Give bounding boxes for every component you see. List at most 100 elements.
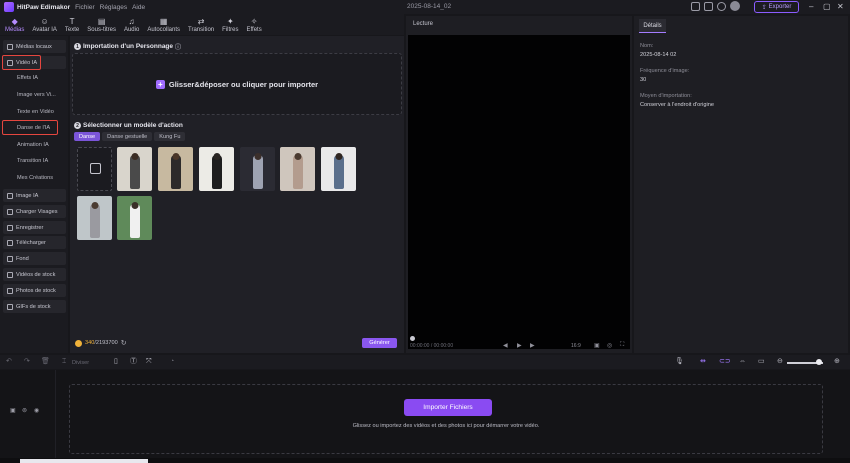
sidebar-item-medias-locaux[interactable]: Médias locaux (3, 40, 66, 53)
drop-zone-text: Glisser&déposer ou cliquer pour importer (168, 79, 319, 89)
menu-file[interactable]: Fichier (75, 4, 95, 11)
dance-model-thumbnail[interactable] (240, 147, 275, 191)
tool-effets[interactable]: ✧ Effets (246, 17, 261, 35)
titlebar-icons (691, 1, 740, 11)
tool-sous-titres[interactable]: ▤ Sous-titres (87, 17, 116, 35)
user-avatar[interactable] (730, 1, 740, 11)
dancer-figure (89, 204, 100, 238)
menu-help[interactable]: Aide (132, 4, 145, 11)
sidebar-sub-animation-ia[interactable]: Animation IA (17, 142, 49, 148)
dance-model-thumbnail[interactable] (321, 147, 356, 191)
transition-icon: ⇄ (197, 17, 205, 26)
sidebar-item-gifs-stock[interactable]: GIFs de stock (3, 300, 66, 313)
timeline-drop-zone[interactable]: Importer Fichiers Glissez ou importez de… (69, 384, 823, 454)
sidebar-item-telecharger[interactable]: Télécharger (3, 236, 66, 249)
lock-icon[interactable]: ⊚ (22, 407, 27, 414)
sidebar-item-photos-stock[interactable]: Photos de stock (3, 284, 66, 297)
refresh-icon[interactable]: ↻ (121, 339, 127, 347)
link-icon[interactable]: ⇹ (700, 358, 706, 366)
visibility-icon[interactable]: ◉ (34, 407, 39, 414)
avatar-icon: ☺ (40, 17, 49, 26)
tab-danse-gestuelle[interactable]: Danse gestuelle (102, 132, 153, 141)
split-label[interactable]: Diviser (72, 359, 89, 367)
tab-kung-fu[interactable]: Kung Fu (154, 132, 186, 141)
gif-icon (7, 303, 13, 310)
timeline-hint: Glissez ou importez des vidéos et des ph… (352, 423, 540, 429)
media-icon: ◆ (11, 17, 18, 26)
record-icon (7, 224, 13, 231)
dance-model-thumbnail[interactable] (117, 196, 152, 240)
generate-button[interactable]: Générer (362, 338, 397, 348)
dance-model-thumbnail[interactable] (199, 147, 234, 191)
tool-texte[interactable]: T Texte (65, 17, 79, 35)
crop-clip-icon[interactable]: ▯ (114, 358, 118, 366)
snap-icon[interactable]: ⇔ (739, 358, 746, 366)
tab-danse[interactable]: Danse (74, 132, 101, 141)
sidebar-item-enregistrer[interactable]: Enregistrer (3, 221, 66, 234)
sidebar-sub-effets-ia[interactable]: Effets IA (17, 75, 38, 81)
import-files-button[interactable]: Importer Fichiers (404, 399, 492, 416)
mic-icon[interactable]: 🎙 (675, 358, 684, 366)
tool-avatar-ia[interactable]: ☺ Avatar IA (32, 17, 57, 35)
dance-model-thumbnail[interactable] (77, 196, 112, 240)
sidebar-item-charger-visages[interactable]: Charger Visages (3, 205, 66, 218)
character-drop-zone[interactable]: + Glisser&déposer ou cliquer pour import… (72, 53, 402, 115)
dance-model-thumbnail[interactable] (117, 147, 152, 191)
field-value: 30 (640, 77, 647, 83)
dance-model-thumbnail[interactable] (280, 147, 315, 191)
tool-label: Avatar IA (32, 27, 57, 33)
undo-icon[interactable]: ↶ (6, 358, 12, 366)
prev-frame-icon[interactable]: ◀ (503, 342, 508, 349)
field-label: Moyen d'importation: (640, 93, 692, 99)
magnet-icon[interactable]: ⊂⊃ (719, 358, 731, 366)
message-icon[interactable] (691, 2, 700, 11)
timer-icon[interactable]: ◔ (170, 358, 174, 366)
help-icon[interactable] (717, 2, 726, 11)
tool-filtres[interactable]: ✦ Filtres (222, 17, 238, 35)
crop-icon[interactable]: ▣ (594, 342, 600, 349)
plus-icon: + (155, 79, 165, 89)
next-frame-icon[interactable]: ▶ (530, 342, 535, 349)
play-icon[interactable]: ▶ (517, 342, 522, 349)
taskbar-strip (0, 458, 850, 463)
fullscreen-icon[interactable]: ⛶ (620, 342, 624, 349)
text-tool-icon[interactable]: Ⓣ (130, 358, 137, 366)
playhead-knob[interactable] (410, 336, 415, 341)
sidebar-sub-image-vers-video[interactable]: Image vers Vi... (17, 92, 56, 98)
sidebar: Médias locaux Vidéo IA Effets IA Image v… (0, 36, 68, 353)
sidebar-item-videos-stock[interactable]: Vidéos de stock (3, 268, 66, 281)
info-icon[interactable]: ⓘ (175, 42, 181, 51)
tool-medias[interactable]: ◆ Médias (5, 17, 24, 35)
upload-model-tile[interactable] (77, 147, 112, 191)
sidebar-item-fond[interactable]: Fond (3, 252, 66, 265)
track-settings-icon[interactable]: ▭ (758, 358, 765, 366)
maximize-icon[interactable]: ▢ (823, 2, 831, 11)
delete-icon[interactable]: 🗑 (41, 358, 50, 366)
minimize-icon[interactable]: – (809, 2, 813, 11)
playback-controls: 00:00:00 / 00:00:00 ◀ ▶ ▶ 16:9 ▣ ◎ ⛶ (406, 336, 632, 353)
sidebar-sub-texte-en-video[interactable]: Texte en Vidéo (17, 109, 54, 115)
split-icon[interactable]: ⌶ (62, 358, 66, 366)
timeline-toolbar: ↶ ↷ 🗑 ⌶ Diviser ▯ Ⓣ ⤧ ◔ 🎙 ⇹ ⊂⊃ ⇔ ▭ ⊖ ⊕ (0, 355, 850, 369)
dance-model-thumbnail[interactable] (158, 147, 193, 191)
sidebar-sub-mes-creations[interactable]: Mes Créations (17, 175, 53, 181)
tool-transition[interactable]: ⇄ Transition (188, 17, 214, 35)
zoom-in-icon[interactable]: ⊕ (834, 358, 840, 366)
sidebar-item-image-ia[interactable]: Image IA (3, 189, 66, 202)
tool-label: Filtres (222, 27, 239, 33)
tool-audio[interactable]: ♫ Audio (124, 17, 139, 35)
redo-icon[interactable]: ↷ (24, 358, 30, 366)
cart-icon[interactable] (704, 2, 713, 11)
sidebar-sub-transition-ia[interactable]: Transition IA (17, 158, 48, 164)
freeze-icon[interactable]: ⤧ (146, 358, 152, 366)
zoom-slider-knob[interactable] (816, 359, 822, 365)
aspect-ratio[interactable]: 16:9 (571, 343, 581, 349)
snapshot-icon[interactable]: ◎ (607, 342, 612, 349)
menu-settings[interactable]: Réglages (100, 4, 127, 11)
zoom-out-icon[interactable]: ⊖ (777, 358, 783, 366)
tool-autocollants[interactable]: ▦ Autocollants (147, 17, 180, 35)
export-button[interactable]: ⇪ Exporter (754, 1, 799, 13)
field-label: Fréquence d'image: (640, 68, 690, 74)
close-icon[interactable]: ✕ (837, 2, 844, 11)
tab-details[interactable]: Détails (639, 19, 666, 33)
